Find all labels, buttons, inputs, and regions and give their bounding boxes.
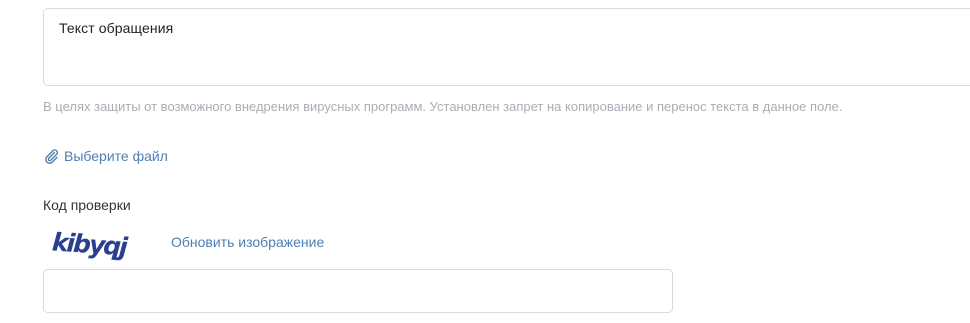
message-placeholder: Текст обращения bbox=[59, 20, 174, 36]
attach-file-link[interactable]: Выберите файл bbox=[43, 147, 168, 165]
appeal-form: Текст обращения В целях защиты от возмож… bbox=[0, 0, 970, 323]
paperclip-icon bbox=[43, 148, 59, 164]
copy-protection-hint: В целях защиты от возможного внедрения в… bbox=[43, 99, 843, 114]
message-textarea[interactable]: Текст обращения bbox=[43, 8, 970, 86]
captcha-image: kibyqj bbox=[50, 224, 130, 264]
svg-text:kibyqj: kibyqj bbox=[51, 227, 129, 261]
refresh-captcha-link[interactable]: Обновить изображение bbox=[171, 234, 324, 250]
captcha-label: Код проверки bbox=[43, 197, 131, 213]
captcha-code-input[interactable] bbox=[43, 269, 673, 313]
attach-file-label: Выберите файл bbox=[64, 148, 168, 164]
